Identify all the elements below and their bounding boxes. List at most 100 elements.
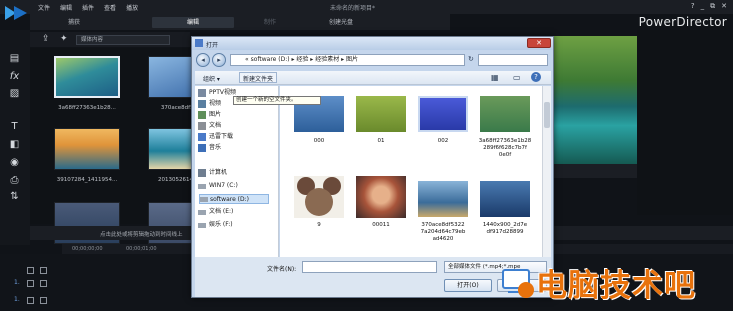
menu-bar: 文件 编辑 插件 查看 播放 <box>38 3 138 12</box>
dialog-close-button[interactable]: ✕ <box>527 38 551 48</box>
menu-view[interactable]: 查看 <box>104 3 116 12</box>
nav-item-drive-e[interactable]: 文档 (E:) <box>198 207 233 217</box>
tab-produce[interactable]: 制作 <box>240 17 300 28</box>
file-name: 9 <box>317 222 321 228</box>
file-name: 000 <box>313 138 325 144</box>
file-thumbnail[interactable] <box>480 96 530 132</box>
media-library: 3a68ff27363e1b28... 370ace8df53 39107284… <box>30 48 214 244</box>
view-icon[interactable]: ▦ <box>491 73 499 82</box>
file-name: 1440x900_2d7e df917d28899 <box>482 222 528 235</box>
help-icon[interactable]: ? <box>531 72 541 82</box>
file-thumbnail[interactable] <box>356 176 406 218</box>
media-room-icon[interactable]: ▤ <box>8 52 21 65</box>
nav-item-drive-f[interactable]: 娱乐 (F:) <box>198 220 233 230</box>
import-icon[interactable]: ⇪ <box>42 34 50 44</box>
timeline-hint: 点击此处或将剪辑拖动到时间线上 <box>100 232 183 238</box>
right-panel <box>637 30 733 215</box>
track-number: 1. <box>14 296 20 303</box>
file-thumbnail[interactable] <box>356 96 406 132</box>
track-header <box>0 264 62 277</box>
track-checkbox[interactable] <box>27 297 34 304</box>
track-checkbox[interactable] <box>27 280 34 287</box>
voice-icon[interactable]: ⎙ <box>8 174 21 187</box>
menu-plugins[interactable]: 插件 <box>82 3 94 12</box>
dialog-app-icon <box>195 39 203 47</box>
nav-item-computer[interactable]: 计算机 <box>198 168 227 178</box>
window-controls: ? _ ⧉ ✕ <box>691 2 727 11</box>
tab-create-disc[interactable]: 创建光盘 <box>306 17 376 28</box>
transition-icon[interactable]: ◧ <box>8 138 21 151</box>
filename-label: 文件名(N): <box>267 266 297 273</box>
search-input[interactable] <box>478 54 548 66</box>
powerdirector-logo <box>3 2 29 24</box>
tab-capture[interactable]: 捕获 <box>44 17 104 28</box>
dialog-toolbar: 组织 ▾ 新建文件夹 ▦ ▭ ? <box>195 71 551 85</box>
nav-item-pictures[interactable]: 图片 <box>198 110 221 120</box>
file-thumbnail[interactable] <box>480 181 530 217</box>
watermark-logo-icon <box>502 269 534 298</box>
title-icon[interactable]: T <box>8 120 21 133</box>
forward-button[interactable]: ▸ <box>212 53 226 67</box>
drive-icon <box>198 184 206 189</box>
scrollbar-thumb[interactable] <box>544 102 550 128</box>
track-header: 1. <box>0 277 62 290</box>
video-library-icon <box>198 100 206 108</box>
nav-item-music[interactable]: 音乐 <box>198 143 221 153</box>
music-icon <box>198 144 206 152</box>
refresh-icon[interactable]: ↻ <box>468 55 474 63</box>
pip-icon[interactable]: ▨ <box>8 87 21 100</box>
address-bar[interactable]: « software (D:) ▸ 经验 ▸ 经验素材 ▸ 图片 <box>230 54 465 66</box>
new-folder-button[interactable]: 新建文件夹 <box>239 72 278 83</box>
folder-icon <box>198 89 206 97</box>
file-list-scrollbar[interactable] <box>542 86 551 257</box>
download-icon <box>198 133 206 141</box>
file-list: 000 01 002 3a68ff27363e1b28 289f6f628c7b… <box>280 86 542 257</box>
file-thumbnail[interactable] <box>294 176 344 218</box>
nav-item-documents[interactable]: 文档 <box>198 121 221 131</box>
menu-play[interactable]: 播放 <box>126 3 138 12</box>
watermark: 电脑技术吧 <box>496 258 733 311</box>
file-thumbnail[interactable] <box>418 181 468 217</box>
plugin-icon[interactable]: ✦ <box>60 34 68 44</box>
effects-icon[interactable]: fx <box>8 70 21 83</box>
drive-icon <box>200 197 208 202</box>
track-number: 1. <box>14 279 20 286</box>
file-name: 00011 <box>372 222 390 228</box>
menu-edit[interactable]: 编辑 <box>60 3 72 12</box>
track-header: 1. <box>0 294 62 307</box>
chapter-icon[interactable]: ⇅ <box>8 190 21 203</box>
preview-pane-icon[interactable]: ▭ <box>513 73 521 82</box>
library-filter-select[interactable]: 媒体内容 <box>76 35 170 45</box>
nav-item-drive-c[interactable]: WIN7 (C:) <box>198 181 238 191</box>
nav-item-xunlei[interactable]: 迅雷下载 <box>198 132 233 142</box>
organize-button[interactable]: 组织 ▾ <box>203 74 220 83</box>
file-thumbnail[interactable] <box>418 96 468 132</box>
menu-file[interactable]: 文件 <box>38 3 50 12</box>
track-checkbox[interactable] <box>40 267 47 274</box>
tooltip: 创建一个新的空文件夹。 <box>233 96 321 105</box>
drive-icon <box>198 210 206 215</box>
nav-item-pptv[interactable]: PPTV视频 <box>198 88 236 98</box>
file-name: 002 <box>437 138 449 144</box>
track-checkbox[interactable] <box>40 280 47 287</box>
back-button[interactable]: ◂ <box>196 53 210 67</box>
tab-edit[interactable]: 编辑 <box>152 17 234 28</box>
minimize-icon[interactable]: _ <box>701 2 705 11</box>
nav-item-drive-d[interactable]: software (D:) <box>199 194 269 204</box>
audio-mix-icon[interactable]: ◉ <box>8 156 21 169</box>
restore-icon[interactable]: ⧉ <box>710 2 715 11</box>
track-checkbox[interactable] <box>40 297 47 304</box>
brand-title: PowerDirector <box>638 15 727 29</box>
filename-input[interactable] <box>302 261 437 273</box>
documents-icon <box>198 122 206 130</box>
open-button[interactable]: 打开(O) <box>444 279 492 292</box>
library-thumb[interactable] <box>54 128 120 170</box>
drive-icon <box>198 223 206 228</box>
nav-item-videos[interactable]: 视频 <box>198 99 221 109</box>
file-name: 370ace8df5322 7a204d64c79eb ad4620 <box>420 222 466 242</box>
close-icon[interactable]: ✕ <box>721 2 727 11</box>
library-thumb[interactable] <box>54 56 120 98</box>
track-checkbox[interactable] <box>27 267 34 274</box>
help-icon[interactable]: ? <box>691 2 695 11</box>
navigation-pane: PPTV视频 视频 图片 文档 迅雷下载 音乐 计算机 WIN7 (C:) so… <box>195 86 279 257</box>
